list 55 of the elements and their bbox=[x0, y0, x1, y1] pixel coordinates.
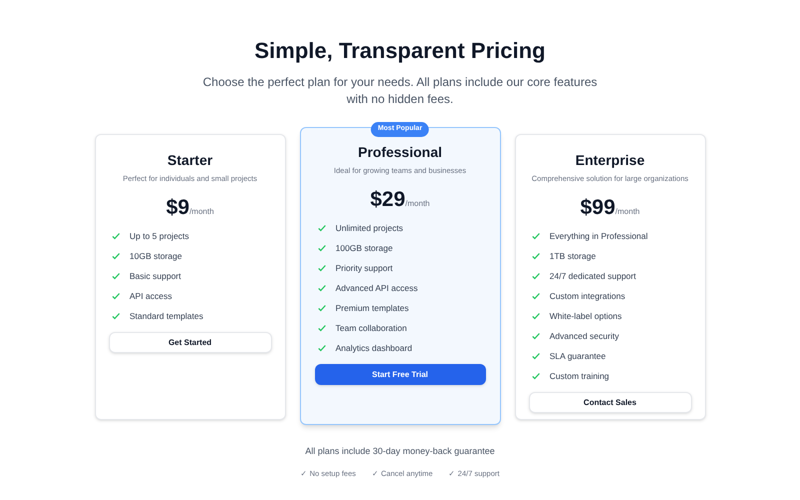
feature-text: Custom training bbox=[550, 370, 610, 383]
plan-price: $99 bbox=[580, 196, 616, 220]
check-icon bbox=[530, 351, 540, 362]
check-icon bbox=[530, 271, 540, 282]
price-period: /month bbox=[615, 206, 640, 218]
trial-button[interactable]: Start Free Trial bbox=[314, 364, 486, 386]
plan-price: $9 bbox=[166, 196, 190, 220]
guarantee-note: All plans include 30-day money-back guarantee bbox=[305, 445, 495, 458]
page-title: Simple, Transparent Pricing bbox=[254, 38, 546, 64]
feature-text: Basic support bbox=[130, 270, 181, 283]
feature-text: Everything in Professional bbox=[550, 230, 648, 243]
check-icon bbox=[110, 251, 120, 262]
feature-text: SLA guarantee bbox=[550, 350, 606, 363]
plan-name: Enterprise bbox=[575, 151, 645, 169]
check-icon bbox=[110, 271, 120, 282]
feature-text: Priority support bbox=[336, 262, 393, 275]
feature-text: White-label options bbox=[550, 310, 622, 323]
feature-text: Advanced API access bbox=[336, 282, 418, 295]
feature-text: 10GB storage bbox=[130, 250, 182, 263]
check-icon bbox=[316, 223, 326, 234]
feature-text: API access bbox=[130, 290, 172, 303]
check-icon bbox=[530, 371, 540, 382]
check-icon bbox=[110, 311, 120, 322]
feature-text: Custom integrations bbox=[550, 290, 626, 303]
page-subtitle: Choose the perfect plan for your needs. All plans include our core features with no hidden fees. bbox=[202, 74, 598, 108]
check-icon bbox=[110, 231, 120, 242]
feature-text: Analytics dashboard bbox=[336, 342, 412, 355]
feature-text: Team collaboration bbox=[336, 322, 407, 335]
plan-price: $29 bbox=[370, 188, 406, 212]
check-icon bbox=[530, 251, 540, 262]
feature-text: Premium templates bbox=[336, 302, 409, 315]
check-icon bbox=[110, 291, 120, 302]
check-icon bbox=[530, 231, 540, 242]
plan-name: Professional bbox=[358, 143, 442, 161]
check-icon bbox=[316, 343, 326, 354]
check-icon bbox=[316, 323, 326, 334]
plan-button[interactable]: Get Started bbox=[108, 332, 272, 354]
check-icon bbox=[316, 283, 326, 294]
feature-text: Unlimited projects bbox=[336, 222, 404, 235]
feature-text: 100GB storage bbox=[336, 242, 393, 255]
feature-text: 1TB storage bbox=[550, 250, 596, 263]
check-icon bbox=[530, 311, 540, 322]
feature-text: Advanced security bbox=[550, 330, 619, 343]
check-icon bbox=[316, 263, 326, 274]
plan-button[interactable]: Contact Sales bbox=[528, 392, 692, 414]
feature-text: 24/7 dedicated support bbox=[550, 270, 636, 283]
check-icon bbox=[316, 243, 326, 254]
check-icon bbox=[316, 303, 326, 314]
price-period: /month bbox=[405, 198, 430, 210]
price-period: /month bbox=[189, 206, 214, 218]
feature-text: Up to 5 projects bbox=[130, 230, 190, 243]
check-icon bbox=[530, 291, 540, 302]
feature-text: Standard templates bbox=[130, 310, 204, 323]
plan-name: Starter bbox=[167, 151, 213, 169]
check-icon bbox=[530, 331, 540, 342]
